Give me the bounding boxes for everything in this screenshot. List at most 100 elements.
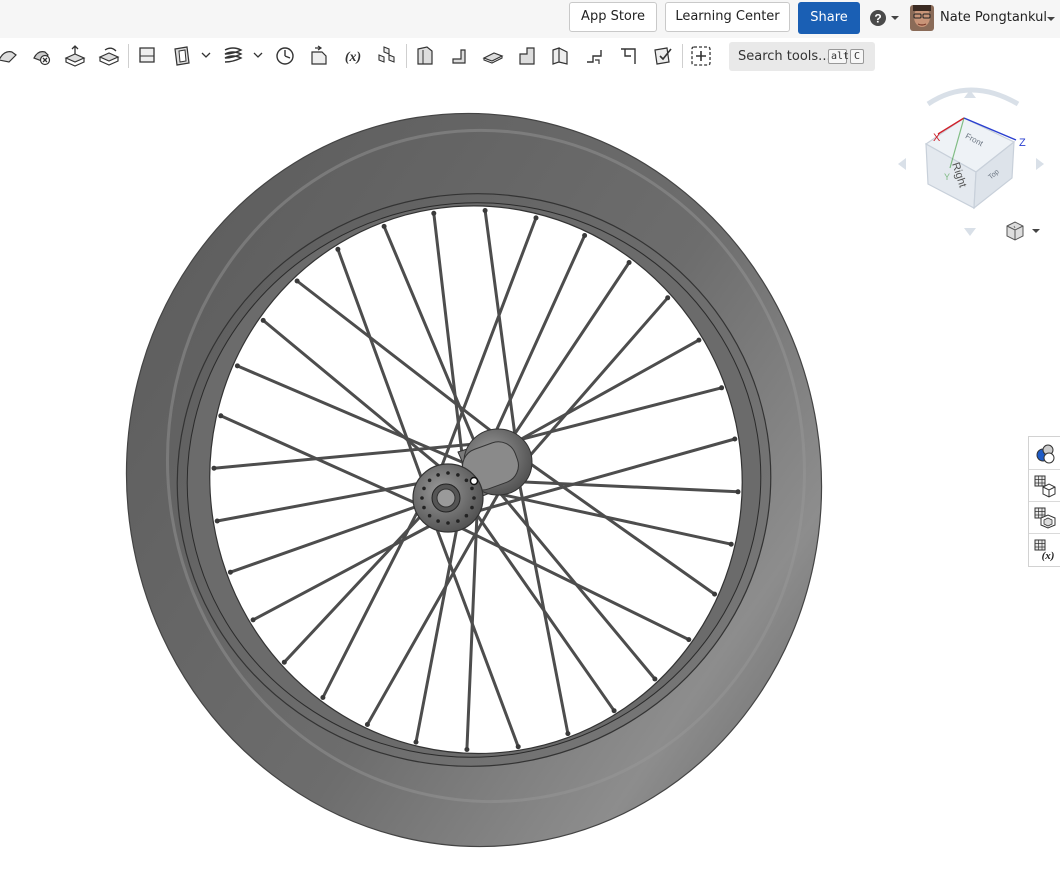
flange-hole bbox=[436, 473, 440, 477]
derived-icon[interactable] bbox=[307, 44, 331, 68]
search-tools-input[interactable]: Search tools... alt C bbox=[729, 42, 875, 71]
finish-icon[interactable] bbox=[651, 44, 675, 68]
svg-text:(x): (x) bbox=[345, 50, 361, 65]
variables-panel-button[interactable]: (x) bbox=[1032, 537, 1058, 563]
svg-text:?: ? bbox=[874, 12, 881, 26]
spoke-nipple bbox=[227, 569, 233, 575]
spoke-nipple bbox=[431, 210, 437, 216]
pattern-icon[interactable] bbox=[375, 44, 399, 68]
flange-hole bbox=[464, 478, 469, 483]
rotate-right-arrow-icon[interactable] bbox=[1036, 158, 1044, 170]
flange-hole bbox=[446, 471, 450, 475]
spoke-nipple bbox=[250, 617, 256, 623]
flange-hole bbox=[446, 521, 450, 525]
user-menu[interactable]: Nate Pongtankul bbox=[910, 5, 1060, 31]
spoke-nipple bbox=[665, 295, 671, 301]
spoke-nipple bbox=[413, 739, 419, 745]
tab-icon[interactable] bbox=[481, 44, 505, 68]
mate-connector-icon[interactable] bbox=[273, 44, 297, 68]
chevron-down-icon[interactable] bbox=[253, 50, 263, 60]
helix-icon[interactable] bbox=[221, 44, 245, 68]
spoke-nipple bbox=[533, 215, 539, 221]
shortcut-key-c: C bbox=[850, 49, 864, 64]
spoke-nipple bbox=[482, 208, 488, 213]
rotate-left-arrow-icon[interactable] bbox=[898, 158, 906, 170]
variable-icon[interactable]: (x) bbox=[341, 44, 365, 68]
spoke-nipple bbox=[515, 744, 521, 750]
spoke-nipple bbox=[686, 637, 692, 643]
spoke-nipple bbox=[652, 676, 658, 682]
view-cube[interactable]: Front Right Top X Z Y bbox=[888, 84, 1058, 244]
flange-hole bbox=[422, 486, 426, 491]
flange-hole bbox=[422, 505, 426, 510]
spoke-nipple bbox=[735, 489, 741, 495]
delete-part-icon[interactable] bbox=[30, 44, 54, 68]
user-name: Nate Pongtankul bbox=[940, 10, 1048, 25]
sheet-metal-icon[interactable] bbox=[413, 44, 437, 68]
flange-hole bbox=[420, 496, 424, 500]
spoke-nipple bbox=[626, 260, 632, 265]
panel-separator bbox=[1029, 533, 1060, 534]
chevron-down-icon[interactable] bbox=[201, 50, 211, 60]
spoke-nipple bbox=[234, 363, 240, 369]
right-panel: (x) bbox=[1028, 436, 1060, 567]
corner-icon[interactable] bbox=[617, 44, 641, 68]
variables-table-icon: (x) bbox=[1034, 539, 1055, 562]
parts-list-icon bbox=[1034, 475, 1056, 498]
flange-hole bbox=[472, 496, 476, 500]
shell-icon[interactable] bbox=[170, 44, 194, 68]
add-custom-feature-icon[interactable] bbox=[689, 44, 713, 68]
spoke-nipple bbox=[364, 722, 370, 727]
mate-panel-button[interactable] bbox=[1032, 505, 1058, 531]
hem-icon[interactable] bbox=[583, 44, 607, 68]
panel-separator bbox=[1029, 469, 1060, 470]
shortcut-key-alt: alt bbox=[828, 49, 849, 64]
axis-x-label: X bbox=[933, 132, 941, 144]
spoke-nipple bbox=[211, 465, 217, 471]
chevron-down-icon bbox=[1047, 17, 1055, 21]
axis-y-label: Y bbox=[944, 172, 950, 182]
flange-hole bbox=[470, 486, 474, 491]
flange-icon[interactable] bbox=[447, 44, 471, 68]
spoke-nipple bbox=[565, 731, 571, 737]
shaded-cube-icon[interactable] bbox=[1004, 220, 1044, 242]
axis-z-label: Z bbox=[1019, 137, 1026, 149]
spoke-nipple bbox=[732, 436, 738, 442]
view-mode-menu[interactable] bbox=[1004, 220, 1044, 242]
spoke-nipple bbox=[381, 223, 387, 229]
spoke-nipple bbox=[719, 385, 725, 391]
sweep-icon[interactable] bbox=[0, 44, 20, 68]
flange-hole bbox=[470, 505, 474, 510]
spoke-nipple bbox=[712, 591, 718, 597]
bend-icon[interactable] bbox=[515, 44, 539, 68]
rotate-down-arrow-icon[interactable] bbox=[964, 228, 976, 236]
spoke-nipple bbox=[294, 278, 300, 284]
spoke-nipple bbox=[214, 518, 220, 524]
origin-point bbox=[469, 476, 479, 486]
share-button[interactable]: Share bbox=[798, 2, 860, 34]
feature-toolbar: (x) Search tools... alt C bbox=[0, 38, 1060, 74]
svg-text:(x): (x) bbox=[1042, 550, 1055, 562]
axle-bore bbox=[436, 488, 456, 508]
avatar bbox=[910, 5, 934, 31]
spoke-nipple bbox=[728, 541, 734, 547]
extrude-icon[interactable] bbox=[63, 44, 87, 68]
flange-hole bbox=[436, 519, 440, 523]
flange-hole bbox=[427, 513, 432, 518]
spoke-nipple bbox=[320, 695, 326, 700]
parts-list-panel-button[interactable] bbox=[1032, 473, 1058, 499]
flange-hole bbox=[456, 519, 460, 523]
help-menu[interactable]: ? bbox=[868, 8, 902, 28]
revolve-icon[interactable] bbox=[97, 44, 121, 68]
flange-hole bbox=[427, 478, 432, 483]
mate-icon bbox=[1034, 507, 1056, 529]
app-store-button[interactable]: App Store bbox=[569, 2, 657, 32]
appearance-panel-button[interactable] bbox=[1032, 441, 1058, 467]
flange-hole bbox=[456, 473, 460, 477]
question-circle-icon: ? bbox=[870, 10, 899, 26]
plane-icon[interactable] bbox=[136, 44, 160, 68]
learning-center-button[interactable]: Learning Center bbox=[665, 2, 790, 32]
form-icon[interactable] bbox=[549, 44, 573, 68]
top-bar: App Store Learning Center Share ? Nate P… bbox=[0, 0, 1060, 38]
spoke-nipple bbox=[218, 413, 224, 419]
